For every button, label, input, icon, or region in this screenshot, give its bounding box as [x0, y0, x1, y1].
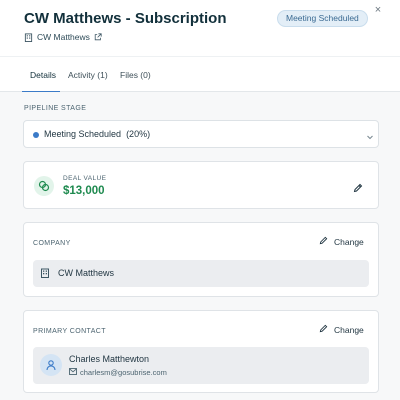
company-section-label: COMPANY	[33, 240, 71, 247]
deal-value-label: DEAL VALUE	[63, 175, 107, 182]
mail-icon	[69, 368, 77, 377]
change-company-button[interactable]: Change	[319, 236, 364, 247]
change-company-label: Change	[334, 236, 364, 247]
status-badge: Meeting Scheduled	[277, 10, 368, 27]
page-title: CW Matthews - Subscription	[24, 10, 227, 27]
deal-value-card: DEAL VALUE $13,000	[23, 161, 379, 209]
pipeline-stage-label: PIPELINE STAGE	[24, 105, 87, 112]
deal-value-amount: $13,000	[63, 185, 105, 197]
contact-email-text: charlesm@gosubrise.com	[80, 368, 167, 377]
pencil-icon	[319, 236, 328, 247]
pencil-icon	[319, 324, 328, 335]
primary-contact-label: PRIMARY CONTACT	[33, 328, 106, 335]
chevron-down-icon	[365, 129, 375, 147]
company-link-label: CW Matthews	[37, 32, 90, 42]
change-contact-label: Change	[334, 324, 364, 335]
pipeline-stage-select[interactable]: Meeting Scheduled (20%)	[23, 120, 379, 148]
stage-value: Meeting Scheduled (20%)	[44, 129, 150, 139]
company-card: COMPANY Change CW Matthews	[23, 222, 379, 297]
tab-activity[interactable]: Activity (1)	[68, 70, 108, 80]
contact-email: charlesm@gosubrise.com	[69, 368, 167, 377]
building-icon	[24, 32, 33, 42]
change-contact-button[interactable]: Change	[319, 324, 364, 335]
tab-files[interactable]: Files (0)	[120, 70, 151, 80]
tab-details[interactable]: Details	[30, 70, 56, 80]
primary-contact-card: PRIMARY CONTACT Change Charles Matthewto…	[23, 310, 379, 393]
company-name: CW Matthews	[58, 268, 115, 278]
company-entry[interactable]: CW Matthews	[33, 260, 369, 287]
tab-bar: Details Activity (1) Files (0)	[0, 56, 400, 93]
company-link[interactable]: CW Matthews	[24, 32, 102, 42]
avatar	[40, 354, 62, 376]
stage-dot	[33, 132, 39, 138]
stage-name: Meeting Scheduled	[44, 129, 122, 139]
external-link-icon	[94, 33, 102, 41]
stage-percent: (20%)	[126, 129, 151, 139]
contact-name: Charles Matthewton	[69, 354, 150, 364]
contact-entry[interactable]: Charles Matthewton charlesm@gosubrise.co…	[33, 347, 369, 384]
coins-icon	[34, 176, 54, 196]
panel-header: CW Matthews - Subscription Meeting Sched…	[0, 0, 400, 56]
close-icon[interactable]: ×	[372, 4, 384, 16]
pencil-icon[interactable]	[353, 180, 363, 198]
